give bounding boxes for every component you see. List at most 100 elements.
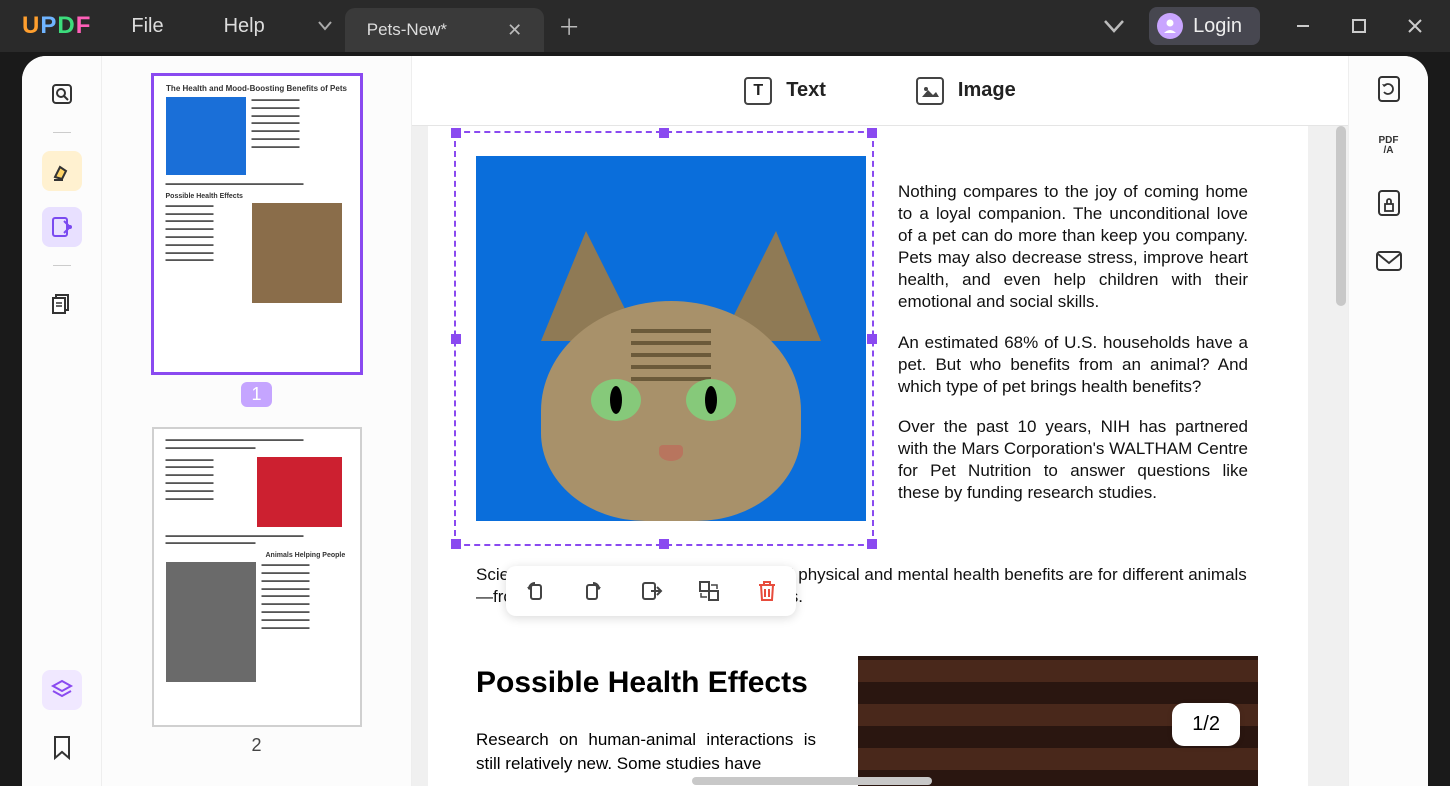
titlebar: UPDF File Help Pets-New* ✕ ＋ Login [0,0,1450,52]
document-viewport[interactable]: Nothing compares to the joy of coming ho… [412,126,1348,786]
resize-handle[interactable] [867,128,877,138]
thumb-text: ▬▬▬▬▬▬▬▬▬▬▬▬▬▬▬▬▬▬▬▬▬▬▬▬▬▬▬▬▬▬▬▬▬▬▬▬▬▬ [166,437,348,453]
tab-strip: Pets-New* ✕ ＋ [305,0,594,52]
text-icon: T [744,77,772,105]
edit-icon [50,215,74,239]
paragraph: An estimated 68% of U.S. households have… [898,332,1248,398]
document-area: T Text Image [412,56,1348,786]
highlighter-icon [50,159,74,183]
menu-help[interactable]: Help [224,15,265,38]
thumb-image [166,562,256,682]
resize-handle[interactable] [867,334,877,344]
comment-tool[interactable] [42,151,82,191]
login-button[interactable]: Login [1149,7,1260,45]
page-1[interactable]: Nothing compares to the joy of coming ho… [428,126,1308,786]
rotate-right-icon [581,579,605,603]
thumb-number: 2 [251,735,261,756]
resize-handle[interactable] [867,539,877,549]
right-tool-rail: PDF/A [1348,56,1428,786]
page-indicator[interactable]: 1/2 [1172,703,1240,746]
tab-close-button[interactable]: ✕ [507,20,522,41]
separator [53,265,71,266]
minimize-button[interactable] [1294,17,1322,35]
image-context-toolbar [506,566,796,616]
paragraph: Over the past 10 years, NIH has partnere… [898,416,1248,504]
delete-button[interactable] [752,576,782,606]
thumb-title: The Health and Mood-Boosting Benefits of… [166,84,348,93]
tab-title: Pets-New* [367,20,447,40]
layers-button[interactable] [42,670,82,710]
edit-tool[interactable] [42,207,82,247]
thumbnail-page[interactable]: ▬▬▬▬▬▬▬▬▬▬▬▬▬▬▬▬▬▬▬▬▬▬▬▬▬▬▬▬▬▬▬▬▬▬▬▬▬▬ ▬… [152,427,362,727]
thumbnail-1[interactable]: The Health and Mood-Boosting Benefits of… [132,74,381,407]
avatar-icon [1157,13,1183,39]
app-logo: UPDF [22,12,91,40]
pdfa-button[interactable]: PDF/A [1379,136,1399,156]
thumbnail-2[interactable]: ▬▬▬▬▬▬▬▬▬▬▬▬▬▬▬▬▬▬▬▬▬▬▬▬▬▬▬▬▬▬▬▬▬▬▬▬▬▬ ▬… [132,427,381,756]
section-heading[interactable]: Possible Health Effects [476,666,808,700]
protect-button[interactable] [1376,188,1402,218]
replace-icon [697,579,721,603]
thumb-image [257,457,342,527]
chevron-down-icon [1103,19,1125,33]
new-tab-button[interactable]: ＋ [544,0,594,52]
close-window-button[interactable] [1406,17,1434,35]
thumb-heading: Possible Health Effects [166,193,348,200]
convert-icon [1376,74,1402,104]
chevron-down-icon [318,21,332,31]
thumb-heading: Animals Helping People [266,552,348,559]
resize-handle[interactable] [451,334,461,344]
vertical-scrollbar[interactable] [1336,126,1346,306]
paragraph: Nothing compares to the joy of coming ho… [898,181,1248,314]
menu-file[interactable]: File [131,15,163,38]
resize-handle[interactable] [659,128,669,138]
separator [53,132,71,133]
thumb-text: ▬▬▬▬▬▬▬▬▬▬▬▬▬▬▬▬▬▬▬▬▬▬▬▬▬▬▬▬▬▬▬▬▬▬▬▬▬▬▬▬… [166,203,246,303]
thumb-text: ▬▬▬▬▬▬▬▬▬▬▬▬▬▬▬▬▬▬▬▬▬▬▬▬▬▬▬▬▬▬▬▬▬▬▬▬▬▬▬▬… [252,97,300,175]
share-button[interactable] [1375,250,1403,272]
thumbnail-panel: The Health and Mood-Boosting Benefits of… [102,56,412,786]
app-menu-dropdown[interactable] [1093,19,1135,33]
extract-icon [639,579,663,603]
thumb-image [252,203,342,303]
rotate-left-icon [523,579,547,603]
convert-button[interactable] [1376,74,1402,104]
reader-tool[interactable] [42,74,82,114]
thumb-text: ▬▬▬▬▬▬▬▬▬▬▬▬▬▬▬▬▬▬▬▬▬▬▬▬▬▬▬▬▬▬▬▬▬▬▬▬▬▬▬▬… [262,562,342,682]
bookmark-button[interactable] [42,728,82,768]
document-image[interactable] [476,156,866,521]
body-text[interactable]: Nothing compares to the joy of coming ho… [898,181,1248,522]
rotate-left-button[interactable] [520,576,550,606]
tabs-dropdown[interactable] [305,0,345,52]
left-tool-rail [22,56,102,786]
window-controls [1294,17,1434,35]
thumb-text: ▬▬▬▬▬▬▬▬▬▬▬▬▬▬▬▬▬▬▬▬▬▬▬▬▬▬▬▬▬▬▬▬▬▬▬▬▬▬▬▬… [166,457,251,527]
workspace: The Health and Mood-Boosting Benefits of… [22,56,1428,786]
thumbnail-page[interactable]: The Health and Mood-Boosting Benefits of… [152,74,362,374]
text-mode-button[interactable]: T Text [744,77,826,105]
main-menu: File Help [131,15,264,38]
maximize-button[interactable] [1350,17,1378,35]
resize-handle[interactable] [659,539,669,549]
bookmark-icon [51,735,73,761]
reader-icon [50,82,74,106]
paragraph[interactable]: Research on human-animal interactions is… [476,728,816,776]
resize-handle[interactable] [451,128,461,138]
document-tab[interactable]: Pets-New* ✕ [345,8,544,52]
login-label: Login [1193,15,1242,38]
rotate-right-button[interactable] [578,576,608,606]
resize-handle[interactable] [451,539,461,549]
image-icon [916,77,944,105]
thumb-number: 1 [241,382,271,407]
thumb-text: ▬▬▬▬▬▬▬▬▬▬▬▬▬▬▬▬▬▬▬▬▬▬▬▬▬▬▬▬▬▬▬▬▬▬▬▬▬▬ [166,533,348,549]
trash-icon [756,579,778,603]
organize-tool[interactable] [42,284,82,324]
mode-label: Image [958,79,1016,102]
layers-icon [50,678,74,702]
horizontal-scrollbar[interactable] [692,777,932,785]
image-mode-button[interactable]: Image [916,77,1016,105]
pages-icon [50,292,74,316]
thumb-image [166,97,246,175]
replace-button[interactable] [694,576,724,606]
extract-button[interactable] [636,576,666,606]
